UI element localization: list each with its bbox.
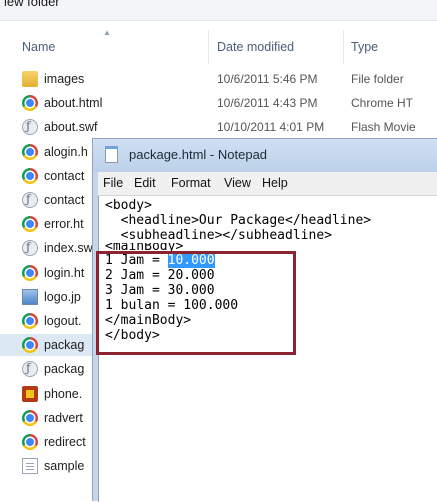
menu-help[interactable]: Help: [262, 176, 288, 190]
image-icon: [22, 288, 38, 305]
file-type: Chrome HT: [351, 96, 414, 111]
file-name: packag: [44, 362, 85, 377]
menu-view[interactable]: View: [224, 176, 251, 190]
chrome-icon: [22, 264, 38, 281]
file-row[interactable]: about.html 10/6/2011 4:43 PM Chrome HT: [0, 92, 437, 114]
code-line: <subheadline></subheadline>: [105, 228, 332, 243]
notepad-title-bar[interactable]: package.html - Notepad: [93, 139, 437, 172]
file-name: packag: [44, 338, 85, 353]
file-name: index.sw: [44, 241, 93, 256]
file-name: phone.: [44, 386, 83, 401]
file-type: Flash Movie: [351, 120, 416, 135]
file-name: login.ht: [44, 265, 85, 280]
notepad-menu-bar: File Edit Format View Help: [98, 172, 437, 196]
notepad-icon: [105, 146, 118, 163]
chrome-icon: [22, 313, 38, 329]
file-name: redirect: [44, 435, 86, 449]
column-header-bar: Name Date modified Type: [0, 30, 437, 64]
code-line: <body>: [105, 198, 152, 213]
chrome-icon: [22, 337, 38, 354]
file-name: about.swf: [44, 120, 98, 135]
flash-icon: [22, 240, 38, 257]
notepad-title: package.html - Notepad: [129, 147, 268, 162]
menu-file[interactable]: File: [103, 176, 123, 190]
flash-icon: [22, 361, 38, 378]
file-date: 10/6/2011 5:46 PM: [217, 72, 318, 86]
highlight-annotation-box: [96, 251, 296, 355]
file-name: logo.jp: [44, 289, 81, 304]
photoshop-icon: [22, 385, 38, 402]
chrome-icon: [22, 434, 38, 450]
sort-ascending-icon: ▲: [103, 28, 111, 37]
code-line: <mainBody>: [105, 243, 184, 251]
chrome-icon: [22, 143, 38, 160]
column-header-type[interactable]: Type: [351, 40, 378, 54]
file-type: File folder: [351, 72, 404, 86]
chrome-icon: [22, 95, 38, 112]
column-header-date[interactable]: Date modified: [217, 40, 294, 54]
file-name: radvert: [44, 410, 83, 425]
flash-icon: [22, 192, 38, 208]
document-icon: [22, 458, 38, 475]
file-name: logout.: [44, 314, 82, 328]
file-name: sample: [44, 459, 85, 474]
folder-title: lew folder: [4, 0, 60, 9]
file-row[interactable]: images 10/6/2011 5:46 PM File folder: [0, 68, 437, 90]
file-row[interactable]: about.swf 10/10/2011 4:01 PM Flash Movie: [0, 116, 437, 138]
chrome-icon: [22, 167, 38, 184]
chrome-icon: [22, 409, 38, 426]
flash-icon: [22, 119, 38, 136]
menu-edit[interactable]: Edit: [134, 176, 156, 190]
chrome-icon: [22, 216, 38, 233]
column-separator[interactable]: [208, 30, 209, 64]
file-name: contact: [44, 168, 85, 183]
column-separator[interactable]: [343, 30, 344, 64]
file-name: images: [44, 72, 85, 86]
column-header-name[interactable]: Name: [22, 40, 55, 54]
folder-icon: [22, 71, 38, 87]
file-name: alogin.h: [44, 144, 88, 159]
code-line: <headline>Our Package</headline>: [105, 213, 372, 228]
file-name: error.ht: [44, 217, 84, 232]
file-date: 10/6/2011 4:43 PM: [217, 96, 318, 111]
menu-format[interactable]: Format: [171, 176, 211, 190]
file-date: 10/10/2011 4:01 PM: [217, 120, 325, 135]
file-name: contact: [44, 193, 85, 207]
file-name: about.html: [44, 96, 103, 111]
folder-title-strip: lew folder: [0, 0, 437, 21]
